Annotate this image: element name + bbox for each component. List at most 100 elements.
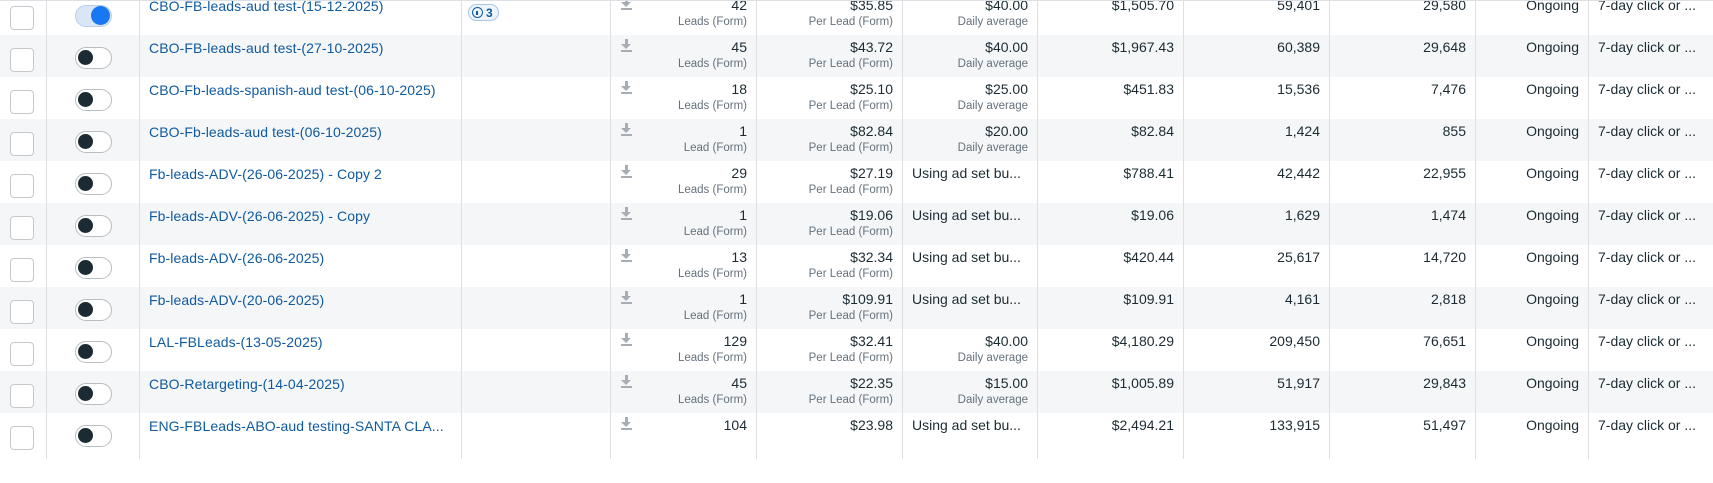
results-value: 45 [731,375,747,391]
results-cell: 13 Leads (Form) [611,245,757,291]
campaign-name-link[interactable]: CBO-FB-leads-aud test-(27-10-2025) [149,40,384,56]
download-icon-head [621,380,631,385]
amount-spent-value: $420.44 [1123,249,1174,265]
download-icon[interactable] [621,165,632,178]
delivery-toggle[interactable] [75,215,112,237]
ends-cell: Ongoing [1476,203,1589,249]
row-checkbox[interactable] [10,132,34,156]
download-icon[interactable] [621,291,632,304]
ends-cell: Ongoing [1476,371,1589,417]
ends-value: Ongoing [1526,417,1579,433]
row-checkbox[interactable] [10,258,34,282]
tags-cell [462,161,611,207]
reach-cell: 25,617 [1184,245,1330,291]
row-checkbox[interactable] [10,342,34,366]
cost-per-result-cell: $19.06 Per Lead (Form) [757,203,903,249]
download-icon[interactable] [621,333,632,346]
download-icon[interactable] [621,1,632,10]
attribution-cell: 7-day click or ... [1589,329,1713,375]
download-icon[interactable] [621,123,632,136]
campaign-name-link[interactable]: CBO-Fb-leads-aud test-(06-10-2025) [149,124,382,140]
impressions-value: 2,818 [1430,291,1466,307]
delivery-toggle[interactable] [75,47,112,69]
table-row: Fb-leads-ADV-(26-06-2025) - Copy 1 Lead (F… [0,203,1713,249]
attribution-cell: 7-day click or ... [1589,35,1713,81]
checkbox-cell [0,161,47,207]
delivery-toggle[interactable] [75,5,112,27]
impressions-cell: 22,955 [1330,161,1476,207]
cost-per-result-cell: $22.35 Per Lead (Form) [757,371,903,417]
download-icon[interactable] [621,375,632,388]
campaign-name-cell: CBO-FB-leads-aud test-(27-10-2025) [140,35,462,81]
row-checkbox[interactable] [10,6,34,30]
row-checkbox[interactable] [10,90,34,114]
campaign-name-link[interactable]: CBO-Fb-leads-spanish-aud test-(06-10-202… [149,82,436,98]
download-icon[interactable] [621,207,632,220]
budget-value: $15.00 [985,375,1028,391]
delivery-toggle[interactable] [75,89,112,111]
toggle-cell [47,1,140,39]
reach-value: 15,536 [1277,81,1320,97]
ends-value: Ongoing [1526,39,1579,55]
campaign-name-link[interactable]: CBO-Retargeting-(14-04-2025) [149,376,345,392]
download-icon-base [621,218,632,220]
campaign-name-link[interactable]: ENG-FBLeads-ABO-aud testing-SANTA CLA... [149,418,444,434]
budget-cell: Using ad set bu... [903,161,1038,207]
reach-value: 60,389 [1277,39,1320,55]
download-icon-head [621,212,631,217]
results-cell: 129 Leads (Form) [611,329,757,375]
budget-type: Daily average [957,142,1028,154]
toggle-cell [47,203,140,249]
toggle-cell [47,413,140,459]
delivery-toggle[interactable] [75,341,112,363]
row-checkbox[interactable] [10,48,34,72]
ends-value: Ongoing [1526,375,1579,391]
download-icon-base [621,134,632,136]
ad-sets-badge[interactable]: 3 [468,4,499,21]
delivery-toggle[interactable] [75,425,112,447]
delivery-toggle[interactable] [75,257,112,279]
row-checkbox[interactable] [10,426,34,450]
download-icon[interactable] [621,39,632,52]
attribution-cell: 7-day click or ... [1589,1,1713,39]
delivery-toggle[interactable] [75,173,112,195]
row-checkbox[interactable] [10,216,34,240]
reach-cell: 4,161 [1184,287,1330,333]
reach-value: 133,915 [1269,417,1320,433]
impressions-cell: 1,474 [1330,203,1476,249]
row-checkbox[interactable] [10,384,34,408]
campaign-name-cell: CBO-Retargeting-(14-04-2025) [140,371,462,417]
budget-type: Daily average [957,58,1028,70]
campaign-name-link[interactable]: CBO-FB-leads-aud test-(15-12-2025) [149,1,384,14]
campaign-name-link[interactable]: Fb-leads-ADV-(26-06-2025) - Copy [149,208,370,224]
row-checkbox[interactable] [10,174,34,198]
delivery-toggle[interactable] [75,131,112,153]
delivery-toggle[interactable] [75,383,112,405]
download-icon-base [621,50,632,52]
campaign-name-link[interactable]: Fb-leads-ADV-(20-06-2025) [149,292,324,308]
results-cell: 1 Lead (Form) [611,203,757,249]
results-value: 29 [731,165,747,181]
attribution-value: 7-day click or ... [1598,375,1697,391]
campaign-name-link[interactable]: LAL-FBLeads-(13-05-2025) [149,334,323,350]
campaign-name-link[interactable]: Fb-leads-ADV-(26-06-2025) [149,250,324,266]
table-row: Fb-leads-ADV-(26-06-2025) 13 Leads (Form) $… [0,245,1713,291]
campaign-name-link[interactable]: Fb-leads-ADV-(26-06-2025) - Copy 2 [149,166,382,182]
results-cell: 45 Leads (Form) [611,35,757,81]
delivery-toggle[interactable] [75,299,112,321]
download-icon[interactable] [621,81,632,94]
download-icon[interactable] [621,249,632,262]
toggle-cell [47,35,140,81]
results-cell: 45 Leads (Form) [611,371,757,417]
toggle-cell [47,119,140,165]
ad-sets-count: 3 [486,5,493,20]
download-icon[interactable] [621,417,632,430]
cost-per-result-cell: $27.19 Per Lead (Form) [757,161,903,207]
attribution-cell: 7-day click or ... [1589,203,1713,249]
amount-spent-value: $4,180.29 [1111,333,1174,349]
amount-spent-value: $451.83 [1123,81,1174,97]
budget-cell: $20.00 Daily average [903,119,1038,165]
campaign-name-cell: CBO-Fb-leads-aud test-(06-10-2025) [140,119,462,165]
row-checkbox[interactable] [10,300,34,324]
reach-cell: 15,536 [1184,77,1330,123]
